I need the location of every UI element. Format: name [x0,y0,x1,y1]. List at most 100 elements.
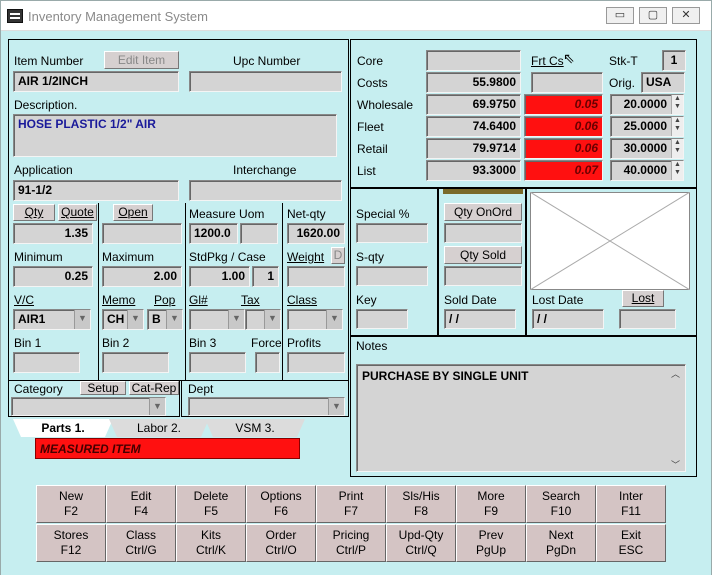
print-button[interactable]: Print F7 [316,485,386,523]
options-button[interactable]: Options F6 [246,485,316,523]
measure-uom-field[interactable]: 1200.0 [189,223,238,244]
close-button[interactable]: ✕ [672,7,700,24]
qty-sold-button[interactable]: Qty Sold [444,246,522,264]
lost-field[interactable] [619,309,676,329]
tax-select[interactable]: ▼ [245,309,281,330]
bin1-field[interactable] [13,352,80,373]
list-pct-spinner[interactable]: 40.0000 ▲ ▼ [610,160,684,181]
maximum-field[interactable]: 2.00 [102,266,182,287]
quote-button[interactable]: Quote [58,204,97,221]
order-button[interactable]: Order Ctrl/O [246,524,316,562]
fleet-field[interactable]: 74.6400 [426,116,521,137]
special-field[interactable] [356,223,428,243]
lost-button[interactable]: Lost [622,290,664,307]
gl-select[interactable]: ▼ [189,309,245,330]
description-field[interactable]: HOSE PLASTIC 1/2" AIR [13,114,337,157]
special-label: Special % [356,207,410,221]
orig-field[interactable]: USA [641,72,685,93]
stores-button[interactable]: Stores F12 [36,524,106,562]
setup-button[interactable]: Setup [80,381,126,395]
stkt-field[interactable]: 1 [662,50,686,71]
wholesale-field[interactable]: 69.9750 [426,94,521,115]
edit-button[interactable]: Edit F4 [106,485,176,523]
chevron-down-icon[interactable]: ▼ [149,398,165,415]
chevron-down-icon[interactable]: ▼ [74,310,90,329]
vc-select[interactable]: AIR1 ▼ [13,309,91,330]
net-qty-field[interactable]: 1620.00 [287,223,345,244]
open-button[interactable]: Open [113,204,153,221]
cat-rep-button[interactable]: Cat-Rep [129,381,179,395]
sls-his-button[interactable]: Sls/His F8 [386,485,456,523]
chevron-down-icon[interactable]: ▼ [326,310,342,329]
next-button[interactable]: Next PgDn [526,524,596,562]
lost-date-field[interactable]: / / [532,309,604,329]
bin2-field[interactable] [102,352,169,373]
more-button[interactable]: More F9 [456,485,526,523]
d-button[interactable]: D [331,247,345,264]
spinner-arrows-icon[interactable]: ▲ ▼ [671,161,683,180]
tab-vsm[interactable]: VSM 3. [205,419,305,437]
kits-button[interactable]: Kits Ctrl/K [176,524,246,562]
qty-onord-button[interactable]: Qty OnOrd [444,203,522,221]
open-field[interactable] [102,223,182,244]
dept-select[interactable]: ▼ [188,397,345,416]
weight-field[interactable] [287,266,345,287]
case-field[interactable]: 1 [252,266,279,287]
core-field[interactable] [426,50,521,71]
sold-field[interactable] [444,266,522,286]
prev-button[interactable]: Prev PgUp [456,524,526,562]
retail-pct-spinner[interactable]: 30.0000 ▲ ▼ [610,138,684,159]
sold-date-field[interactable]: / / [444,309,516,329]
key-field[interactable] [356,309,408,329]
notes-textarea[interactable]: PURCHASE BY SINGLE UNIT [356,364,686,472]
frt-field[interactable] [531,72,603,93]
scroll-down-icon[interactable]: ﹀ [671,458,680,471]
exit-button[interactable]: Exit ESC [596,524,666,562]
chevron-down-icon[interactable]: ▼ [228,310,244,329]
application-field[interactable]: 91-1/2 [13,180,179,201]
tab-parts[interactable]: Parts 1. [13,419,113,437]
qty-button[interactable]: Qty [13,204,55,221]
search-button[interactable]: Search F10 [526,485,596,523]
retail-field[interactable]: 79.9714 [426,138,521,159]
new-button[interactable]: New F2 [36,485,106,523]
class-button[interactable]: Class Ctrl/G [106,524,176,562]
pop-select[interactable]: B ▼ [147,309,183,330]
category-select[interactable]: ▼ [11,397,166,416]
interchange-field[interactable] [189,180,342,201]
chevron-down-icon[interactable]: ▼ [264,310,280,329]
maximize-button[interactable]: ▢ [639,7,667,24]
spinner-arrows-icon[interactable]: ▲ ▼ [671,117,683,136]
chevron-down-icon[interactable]: ▼ [328,398,344,415]
minimize-button[interactable]: ▭ [606,7,634,24]
item-number-field[interactable]: AIR 1/2INCH [13,71,179,92]
force-field[interactable] [255,352,280,373]
spinner-arrows-icon[interactable]: ▲ ▼ [671,139,683,158]
class-select[interactable]: ▼ [287,309,343,330]
chevron-down-icon[interactable]: ▼ [166,310,182,329]
memo-select[interactable]: CH ▼ [102,309,144,330]
edit-item-button[interactable]: Edit Item [104,51,179,69]
delete-button[interactable]: Delete F5 [176,485,246,523]
stdpkg-field[interactable]: 1.00 [189,266,250,287]
upc-field[interactable] [189,71,342,92]
minimum-field[interactable]: 0.25 [13,266,93,287]
sqty-field[interactable] [356,266,428,286]
inter-button[interactable]: Inter F11 [596,485,666,523]
onord-field[interactable] [444,223,522,243]
scroll-up-icon[interactable]: ︿ [671,367,680,380]
fleet-pct-spinner[interactable]: 25.0000 ▲ ▼ [610,116,684,137]
costs-field[interactable]: 55.9800 [426,72,521,93]
qty-field[interactable]: 1.35 [13,223,93,244]
measure-unit-field[interactable] [240,223,278,244]
upd-qty-button[interactable]: Upd-Qty Ctrl/Q [386,524,456,562]
profits-field[interactable] [287,352,345,373]
spinner-arrows-icon[interactable]: ▲ ▼ [671,95,683,114]
bin3-field[interactable] [189,352,246,373]
wholesale-pct-spinner[interactable]: 20.0000 ▲ ▼ [610,94,684,115]
tab-labor[interactable]: Labor 2. [109,419,209,437]
chevron-down-icon[interactable]: ▼ [127,310,143,329]
list-label: List [357,164,376,178]
pricing-button[interactable]: Pricing Ctrl/P [316,524,386,562]
list-field[interactable]: 93.3000 [426,160,521,181]
